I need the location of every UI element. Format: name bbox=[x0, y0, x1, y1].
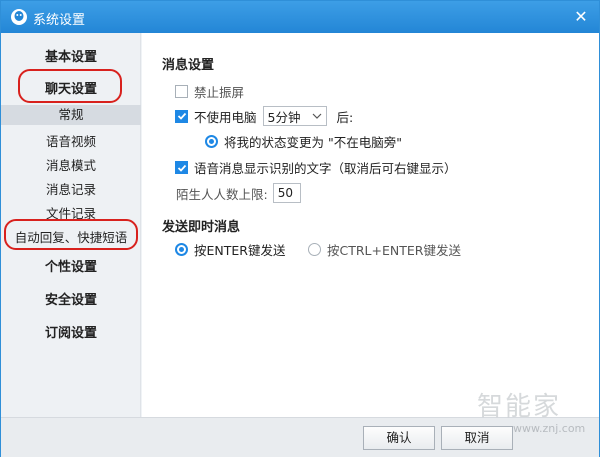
window-title: 系统设置 bbox=[33, 13, 86, 28]
sidebar-subitem-voice-video[interactable]: 语音视频 bbox=[1, 131, 141, 150]
sidebar-subitem-auto-reply[interactable]: 自动回复、快捷短语 bbox=[1, 227, 141, 246]
send-ctrl-enter-radio[interactable] bbox=[308, 243, 321, 256]
sidebar-subitem-file-history[interactable]: 文件记录 bbox=[1, 203, 141, 222]
sidebar-subitem-general[interactable]: 常规 bbox=[1, 105, 141, 125]
send-ctrl-enter-row: 按CTRL+ENTER键发送 bbox=[308, 240, 461, 259]
checkmark-icon bbox=[177, 164, 186, 172]
dialog-footer: 确认 取消 bbox=[1, 417, 599, 457]
settings-window: 系统设置 ✕ 基本设置 聊天设置 常规 语音视频 消息模式 消息记录 文件记录 … bbox=[0, 0, 600, 457]
sidebar-item-basic[interactable]: 基本设置 bbox=[1, 46, 141, 65]
voice-text-label: 语音消息显示识别的文字（取消后可右键显示） bbox=[194, 161, 457, 176]
sidebar-item-subscription[interactable]: 订阅设置 bbox=[1, 322, 141, 341]
send-enter-row: 按ENTER键发送 bbox=[175, 240, 285, 259]
sidebar-item-chat[interactable]: 聊天设置 bbox=[1, 78, 141, 97]
ok-button[interactable]: 确认 bbox=[363, 426, 435, 450]
sidebar-subitem-message-mode[interactable]: 消息模式 bbox=[1, 155, 141, 174]
settings-content: 消息设置 禁止振屏 不使用电脑 5分钟 后: 将我的状态变更为 "不在电脑旁" bbox=[142, 33, 599, 417]
title-bar: 系统设置 ✕ bbox=[1, 1, 599, 33]
no-disturb-checkbox[interactable] bbox=[175, 85, 188, 98]
away-duration-select[interactable]: 5分钟 bbox=[262, 106, 327, 126]
away-duration-value: 5分钟 bbox=[267, 109, 301, 125]
away-status-row: 将我的状态变更为 "不在电脑旁" bbox=[205, 132, 402, 151]
stranger-limit-input[interactable]: 50 bbox=[272, 183, 301, 203]
send-enter-label: 按ENTER键发送 bbox=[194, 243, 286, 258]
send-ctrl-enter-label: 按CTRL+ENTER键发送 bbox=[327, 243, 461, 258]
stranger-limit-label: 陌生人人数上限: bbox=[176, 186, 268, 202]
close-icon: ✕ bbox=[574, 7, 588, 26]
no-disturb-row: 禁止振屏 bbox=[175, 82, 244, 101]
qq-logo-icon bbox=[11, 9, 27, 25]
settings-sidebar: 基本设置 聊天设置 常规 语音视频 消息模式 消息记录 文件记录 自动回复、快捷… bbox=[1, 33, 141, 417]
close-button[interactable]: ✕ bbox=[571, 7, 591, 27]
cancel-button[interactable]: 取消 bbox=[441, 426, 513, 450]
away-row: 不使用电脑 5分钟 后: bbox=[175, 106, 353, 126]
send-enter-radio[interactable] bbox=[175, 243, 188, 256]
voice-text-checkbox[interactable] bbox=[175, 161, 188, 174]
away-checkbox[interactable] bbox=[175, 109, 188, 123]
away-label: 不使用电脑 bbox=[194, 109, 257, 125]
sidebar-item-personal[interactable]: 个性设置 bbox=[1, 256, 141, 275]
away-status-label: 将我的状态变更为 "不在电脑旁" bbox=[224, 135, 402, 150]
voice-text-row: 语音消息显示识别的文字（取消后可右键显示） bbox=[175, 158, 457, 177]
sidebar-item-security[interactable]: 安全设置 bbox=[1, 289, 141, 308]
stranger-limit-row: 陌生人人数上限: 50 bbox=[176, 183, 301, 203]
away-suffix: 后: bbox=[336, 109, 354, 125]
section-title-send: 发送即时消息 bbox=[162, 220, 241, 235]
section-title-message: 消息设置 bbox=[162, 58, 215, 73]
away-status-radio[interactable] bbox=[205, 135, 218, 148]
checkmark-icon bbox=[177, 112, 186, 120]
no-disturb-label: 禁止振屏 bbox=[194, 85, 245, 100]
chevron-down-icon bbox=[312, 113, 321, 119]
sidebar-subitem-message-history[interactable]: 消息记录 bbox=[1, 179, 141, 198]
